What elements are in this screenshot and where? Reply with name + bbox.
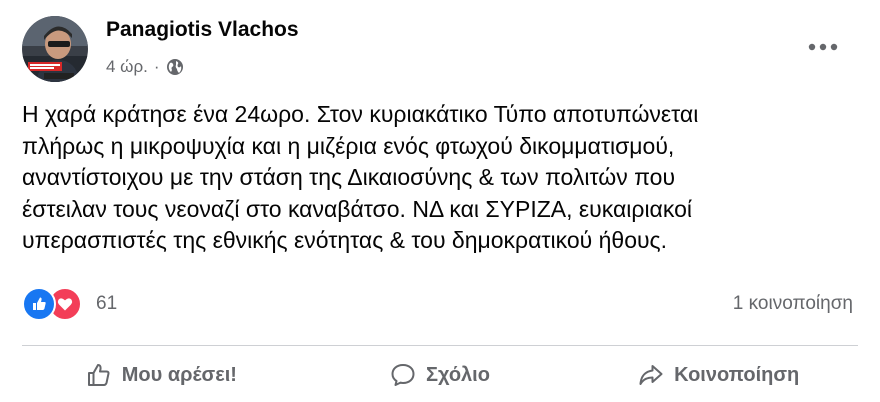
author-name[interactable]: Panagiotis Vlachos — [106, 18, 299, 42]
reactions-summary[interactable]: 61 — [22, 287, 117, 321]
facebook-post: Panagiotis Vlachos 4 ώρ. · Η χαρά κράτησ… — [0, 0, 880, 402]
meta-separator: · — [153, 57, 160, 76]
globe-icon[interactable] — [166, 58, 184, 76]
post-text-line: έστειλαν τους νεοναζί στο καναβάτσο. ΝΔ … — [22, 195, 692, 222]
share-button-label: Κοινοποίηση — [674, 363, 800, 386]
divider — [22, 345, 858, 346]
post-time[interactable]: 4 ώρ. — [106, 57, 148, 77]
comment-button[interactable]: Σχόλιο — [301, 355, 580, 395]
share-button[interactable]: Κοινοποίηση — [579, 355, 858, 395]
thumbs-up-icon — [87, 364, 110, 386]
more-dots-icon — [808, 43, 838, 51]
share-arrow-icon — [639, 365, 663, 385]
post-text-line: αναντίστοιχου με την στάση της Δικαιοσύν… — [22, 164, 676, 190]
like-button-label: Μου αρέσει! — [121, 363, 237, 386]
post-text-line: Η χαρά κράτησε ένα 24ωρο. Στον κυριακάτι… — [22, 101, 699, 127]
post-meta: 4 ώρ. · — [106, 57, 184, 77]
comment-button-label: Σχόλιο — [426, 363, 490, 386]
post-text-line: υπερασπιστές της εθνικής ενότητας & του … — [22, 227, 668, 253]
avatar[interactable] — [22, 16, 88, 82]
reaction-count: 61 — [96, 293, 118, 314]
share-count[interactable]: 1 κοινοποίηση — [733, 293, 853, 315]
post-text: Η χαρά κράτησε ένα 24ωρο. Στον κυριακάτι… — [22, 99, 862, 257]
comment-bubble-icon — [391, 364, 415, 386]
post-text-line: πλήρως η μικροψυχία και η μιζέρια ενός φ… — [22, 132, 675, 159]
more-options-button[interactable] — [806, 36, 840, 58]
avatar-image — [22, 16, 88, 82]
like-button[interactable]: Μου αρέσει! — [22, 355, 301, 395]
action-bar: Μου αρέσει! Σχόλιο Κοινοποίηση — [22, 355, 858, 395]
like-icon — [22, 287, 56, 321]
